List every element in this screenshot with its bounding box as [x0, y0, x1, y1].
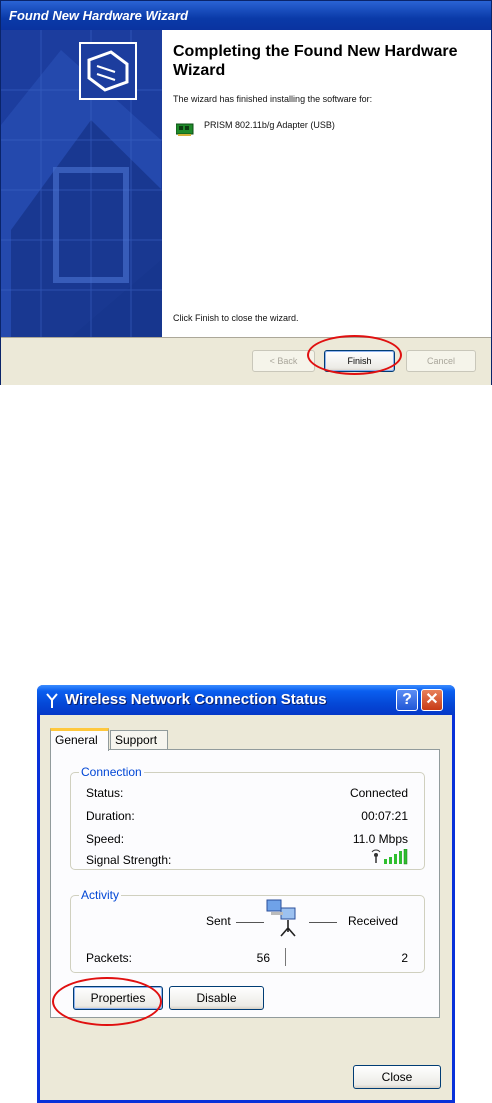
speed-label: Speed: [86, 832, 125, 846]
properties-button[interactable]: Properties [73, 986, 163, 1010]
close-button[interactable]: Close [353, 1065, 441, 1089]
status-window-title: Wireless Network Connection Status [65, 691, 327, 708]
help-button[interactable]: ? [396, 689, 418, 711]
wizard-description: The wizard has finished installing the s… [173, 94, 373, 104]
wizard-device-name: PRISM 802.11b/g Adapter (USB) [204, 120, 335, 130]
received-label: Received [348, 914, 399, 928]
sent-line [236, 922, 264, 923]
wizard-content: Completing the Found New Hardware Wizard… [162, 30, 491, 337]
connection-group: Connection Status: Connected Duration: 0… [70, 765, 425, 870]
duration-value: 00:07:21 [361, 809, 408, 823]
packets-received-value: 2 [401, 951, 408, 965]
activity-group: Activity Sent Received Packets: 56 2 [70, 888, 425, 973]
speed-value: 11.0 Mbps [352, 832, 408, 846]
connection-group-label: Connection [79, 765, 144, 779]
wizard-title: Found New Hardware Wizard [1, 1, 491, 30]
close-window-button[interactable]: ✕ [421, 689, 443, 711]
hardware-wizard-window: Found New Hardware Wizard Completing the… [0, 0, 492, 385]
received-line [309, 922, 337, 923]
wizard-finish-note: Click Finish to close the wizard. [173, 313, 299, 323]
status-titlebar: Wireless Network Connection Status ? ✕ [37, 685, 455, 715]
packets-divider [285, 948, 286, 966]
wireless-status-window: Wireless Network Connection Status ? ✕ G… [37, 685, 455, 1103]
network-card-icon [176, 123, 194, 136]
hardware-icon [79, 42, 137, 100]
wizard-banner [1, 30, 162, 337]
packets-sent-value: 56 [256, 951, 270, 965]
cancel-button[interactable]: Cancel [406, 350, 476, 372]
antenna-icon [46, 693, 58, 708]
tab-general[interactable]: General [50, 728, 109, 751]
packets-label: Packets: [86, 951, 133, 965]
finish-button[interactable]: Finish [324, 350, 395, 372]
status-value: Connected [349, 786, 408, 800]
signal-strength-icon [371, 849, 408, 865]
signal-strength-label: Signal Strength: [86, 853, 172, 867]
general-tab-panel: Connection Status: Connected Duration: 0… [50, 749, 440, 1018]
duration-label: Duration: [86, 809, 135, 823]
status-label: Status: [86, 786, 124, 800]
tab-support[interactable]: Support [110, 730, 168, 750]
network-activity-icon [266, 899, 296, 937]
wizard-heading: Completing the Found New Hardware Wizard [173, 43, 458, 79]
sent-label: Sent [206, 914, 231, 928]
back-button[interactable]: < Back [252, 350, 315, 372]
wizard-footer: < Back Finish Cancel [1, 337, 491, 385]
disable-button[interactable]: Disable [169, 986, 264, 1010]
activity-group-label: Activity [79, 888, 122, 902]
